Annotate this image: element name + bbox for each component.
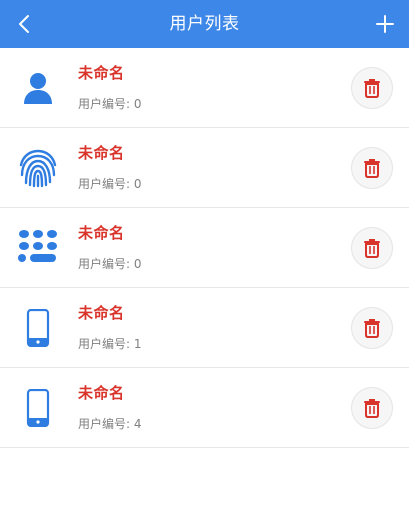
- person-icon: [14, 66, 62, 110]
- delete-button[interactable]: [351, 307, 393, 349]
- user-name: 未命名: [78, 384, 125, 402]
- trash-icon: [364, 399, 380, 418]
- delete-button[interactable]: [351, 227, 393, 269]
- app-screen: 用户列表 未命名 用户编号: 0 未命名 用户编号: 0 未命名 用户编号: 0…: [0, 0, 409, 505]
- user-name: 未命名: [78, 144, 125, 162]
- header-bar: 用户列表: [0, 0, 409, 48]
- user-row[interactable]: 未命名 用户编号: 4: [0, 368, 409, 448]
- trash-icon: [364, 319, 380, 338]
- trash-icon: [364, 79, 380, 98]
- user-number: 用户编号: 0: [78, 97, 142, 111]
- user-row[interactable]: 未命名 用户编号: 0: [0, 48, 409, 128]
- user-row[interactable]: 未命名 用户编号: 0: [0, 128, 409, 208]
- keypad-icon: [14, 226, 62, 270]
- phone-icon: [14, 386, 62, 430]
- user-name: 未命名: [78, 304, 125, 322]
- delete-button[interactable]: [351, 147, 393, 189]
- page-title: 用户列表: [169, 14, 240, 34]
- user-number: 用户编号: 0: [78, 257, 142, 271]
- trash-icon: [364, 239, 380, 258]
- user-row[interactable]: 未命名 用户编号: 1: [0, 288, 409, 368]
- plus-icon: [376, 15, 394, 33]
- user-name: 未命名: [78, 64, 125, 82]
- user-name: 未命名: [78, 224, 125, 242]
- user-list: 未命名 用户编号: 0 未命名 用户编号: 0 未命名 用户编号: 0 未命名 …: [0, 48, 409, 448]
- delete-button[interactable]: [351, 387, 393, 429]
- trash-icon: [364, 159, 380, 178]
- user-number: 用户编号: 4: [78, 417, 142, 431]
- user-number: 用户编号: 1: [78, 337, 142, 351]
- phone-icon: [14, 306, 62, 350]
- add-user-button[interactable]: [369, 8, 401, 40]
- user-row[interactable]: 未命名 用户编号: 0: [0, 208, 409, 288]
- user-number: 用户编号: 0: [78, 177, 142, 191]
- delete-button[interactable]: [351, 67, 393, 109]
- fingerprint-icon: [14, 146, 62, 190]
